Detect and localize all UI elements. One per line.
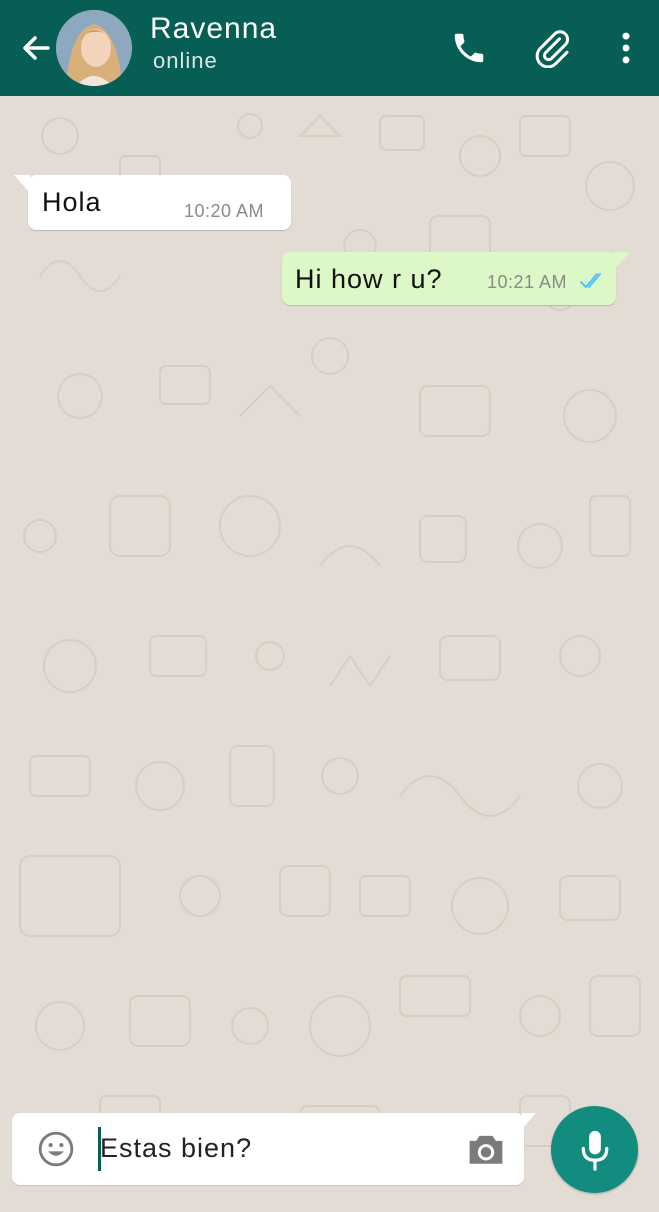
message-input[interactable] [100,1133,450,1164]
avatar[interactable] [56,10,132,86]
contact-status: online [153,48,218,73]
bubble-tail [614,252,630,270]
message-text: Hola [42,187,102,217]
message-composer [12,1113,536,1185]
contact-name[interactable]: Ravenna [150,12,277,46]
emoji-button[interactable] [36,1129,76,1169]
menu-button[interactable] [604,26,648,70]
call-button[interactable] [447,26,491,70]
message-time: 10:21 AM [487,272,568,292]
back-button[interactable] [18,30,54,66]
arrow-left-icon [23,36,50,60]
message-incoming[interactable]: Hola 10:20 AM [14,175,291,230]
attach-button[interactable] [530,26,574,70]
paperclip-icon [535,30,570,68]
phone-icon [454,33,484,63]
message-text: Hi how r u? [295,264,443,294]
message-time: 10:20 AM [184,201,265,221]
camera-button[interactable] [464,1129,508,1169]
message-outgoing[interactable]: Hi how r u? 10:21 AM [282,252,630,305]
composer-tail [522,1113,536,1129]
avatar-image [56,10,132,86]
camera-icon [469,1135,503,1164]
double-check-icon [580,273,601,289]
microphone-icon [581,1130,608,1171]
more-vertical-icon [622,32,630,64]
voice-message-button[interactable] [551,1106,638,1193]
bubble-tail [14,175,30,193]
emoji-icon [38,1131,74,1167]
chat-header: Ravenna online [0,0,659,96]
